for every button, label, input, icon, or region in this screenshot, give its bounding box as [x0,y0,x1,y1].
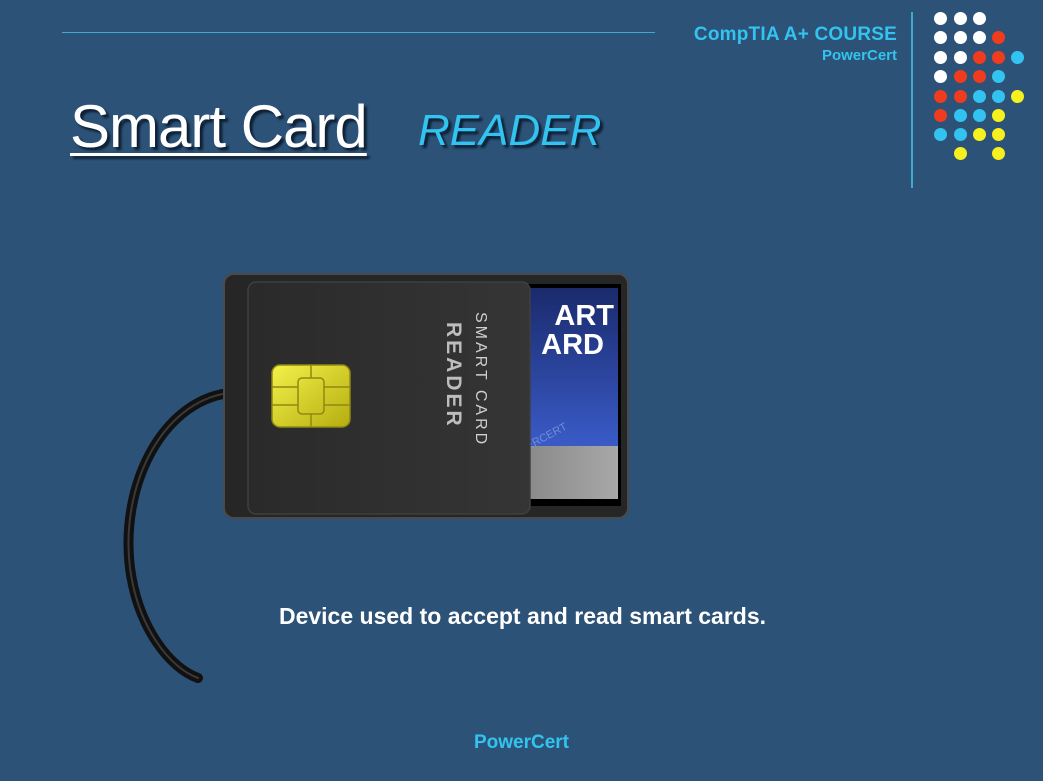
dot [934,12,947,25]
reader-label-line1: SMART CARD [472,312,489,447]
footer-brand: PowerCert [473,732,570,753]
description-text: Device used to accept and read smart car… [278,603,767,629]
dot [954,90,967,103]
dot [954,147,967,160]
header-vertical-rule [911,12,913,188]
dot [973,90,986,103]
dot [992,147,1005,160]
reader-label-line2: READER [442,322,465,429]
dot [992,90,1005,103]
dot [992,70,1005,83]
header-rule [62,32,655,33]
dot [934,109,947,122]
dot [934,51,947,64]
chip-icon [271,364,351,428]
card-text-line2: ARD [541,329,604,361]
slide-subtitle: READER [418,106,602,155]
dot [954,70,967,83]
dot [954,12,967,25]
dot [954,128,967,141]
dot [992,51,1005,64]
reader-cable [123,388,233,683]
slide-title: Smart Card [70,93,368,160]
inserted-smart-card: ART ARD ERCERT [524,284,621,506]
dot [973,31,986,44]
dot [934,70,947,83]
dot [934,90,947,103]
dot [1011,90,1024,103]
dot [934,128,947,141]
brand-label: PowerCert [821,47,897,64]
dot [973,70,986,83]
dot [954,109,967,122]
dot [992,128,1005,141]
card-text-line1: ART [554,300,614,332]
dot [973,128,986,141]
dot [973,12,986,25]
dot [992,31,1005,44]
slide-description: Device used to accept and read smart car… [0,603,1043,630]
dot [954,51,967,64]
dot [973,51,986,64]
dot [1011,51,1024,64]
dot [992,109,1005,122]
dot [973,109,986,122]
course-title: CompTIA A+ COURSE [693,24,897,45]
dot [934,31,947,44]
dot [954,31,967,44]
